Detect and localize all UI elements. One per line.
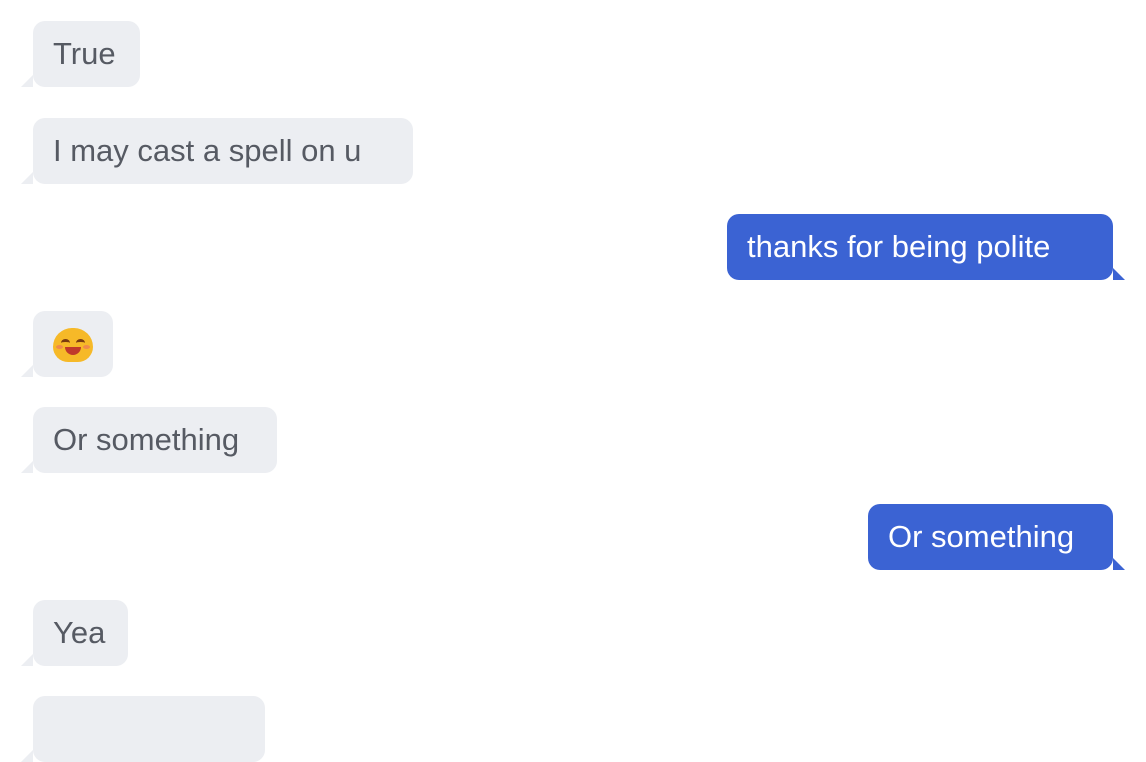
emoji-mouth: [65, 347, 81, 355]
emoji-blush: [83, 345, 90, 349]
outgoing-message-bubble[interactable]: Or something: [868, 504, 1125, 570]
incoming-message-bubble-partial[interactable]: [21, 696, 265, 762]
incoming-message-bubble[interactable]: [21, 311, 113, 377]
message-text: Or something: [888, 519, 1075, 554]
emoji-blush: [56, 345, 63, 349]
outgoing-message-bubble[interactable]: thanks for being polite: [727, 214, 1125, 280]
message-text: True: [53, 36, 116, 71]
smiling-face-emoji-icon: [53, 328, 93, 362]
incoming-message-bubble[interactable]: Yea: [21, 600, 128, 666]
message-text: I may cast a spell on u: [53, 133, 362, 168]
incoming-message-bubble[interactable]: Or something: [21, 407, 277, 473]
message-text: thanks for being polite: [747, 229, 1051, 264]
incoming-message-bubble[interactable]: True: [21, 21, 140, 87]
message-thread: True I may cast a spell on u thanks for …: [0, 0, 1146, 762]
message-text: Yea: [53, 615, 106, 650]
message-text: Or something: [53, 422, 240, 457]
incoming-message-bubble[interactable]: I may cast a spell on u: [21, 118, 413, 184]
